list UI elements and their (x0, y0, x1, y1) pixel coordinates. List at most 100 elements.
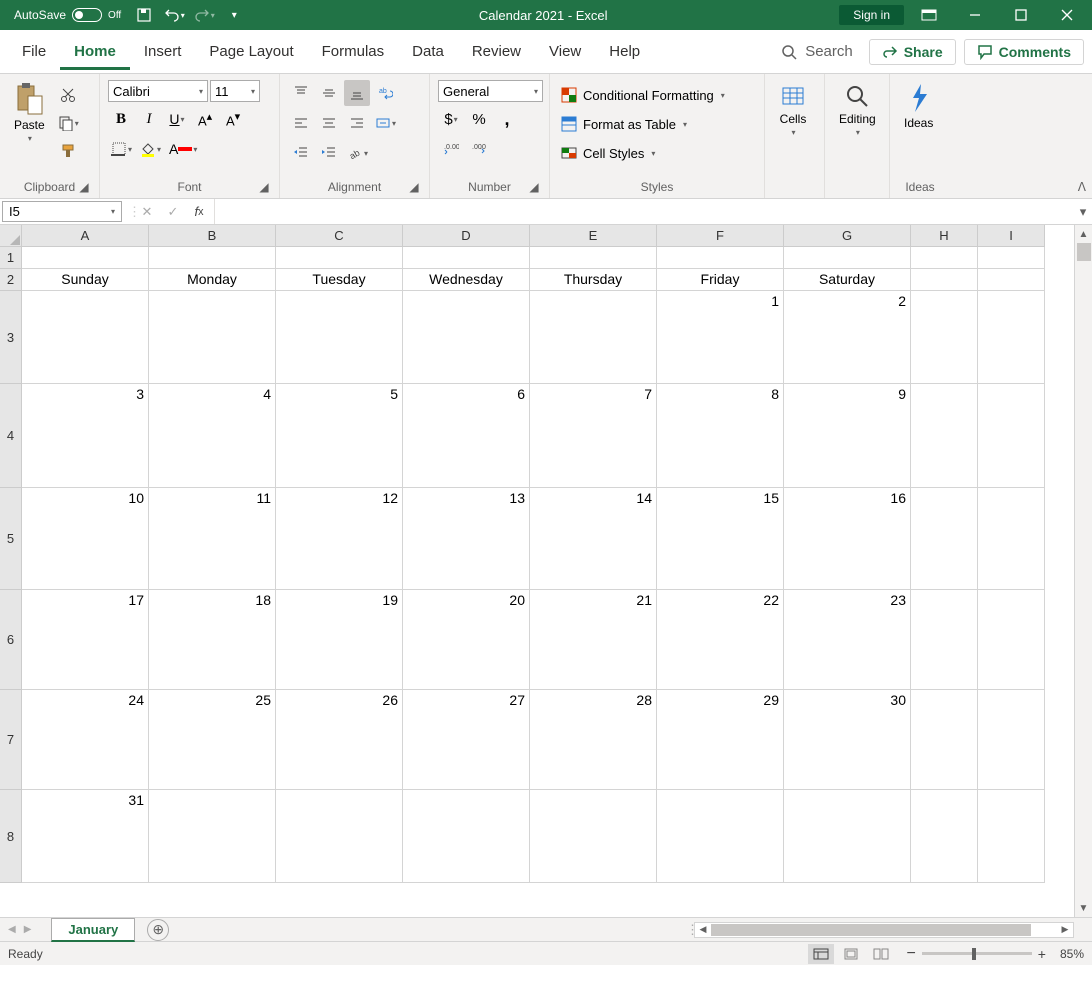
cells-button[interactable]: Cells ▾ (773, 78, 813, 141)
percent-button[interactable]: % (466, 106, 492, 132)
cell[interactable]: 3 (22, 384, 149, 488)
cell[interactable] (784, 247, 911, 269)
cell[interactable]: 7 (530, 384, 657, 488)
cell[interactable] (276, 790, 403, 883)
redo-button[interactable]: ▾ (191, 2, 217, 28)
number-launcher[interactable]: ◢ (527, 180, 541, 194)
row-header[interactable]: 3 (0, 291, 22, 384)
column-header[interactable]: I (978, 225, 1045, 247)
font-color-button[interactable]: A▾ (166, 136, 200, 162)
cell[interactable] (530, 291, 657, 384)
cell[interactable] (978, 690, 1045, 790)
accounting-button[interactable]: $▾ (438, 106, 464, 132)
alignment-launcher[interactable]: ◢ (407, 180, 421, 194)
font-name-combo[interactable]: Calibri▾ (108, 80, 208, 102)
cell[interactable] (911, 590, 978, 690)
cell[interactable]: 27 (403, 690, 530, 790)
cell[interactable]: Tuesday (276, 269, 403, 291)
align-center-button[interactable] (316, 110, 342, 136)
name-box[interactable]: I5 ▾ (2, 201, 122, 222)
signin-button[interactable]: Sign in (839, 5, 904, 25)
format-as-table-button[interactable]: Format as Table▾ (558, 111, 690, 137)
cell[interactable]: 15 (657, 488, 784, 590)
align-top-button[interactable] (288, 80, 314, 106)
orientation-button[interactable]: ab▾ (344, 140, 371, 166)
cell[interactable] (784, 790, 911, 883)
select-all-corner[interactable] (0, 225, 22, 247)
fill-color-button[interactable]: ▾ (137, 136, 164, 162)
row-header[interactable]: 4 (0, 384, 22, 488)
number-format-combo[interactable]: General▾ (438, 80, 543, 102)
cell[interactable]: 29 (657, 690, 784, 790)
expand-formula-bar-button[interactable]: ▾ (1074, 199, 1092, 224)
zoom-out-button[interactable]: − (906, 945, 915, 963)
search-input[interactable]: Search (773, 39, 861, 64)
cell[interactable] (978, 590, 1045, 690)
cell[interactable]: 16 (784, 488, 911, 590)
cell[interactable] (149, 790, 276, 883)
close-button[interactable] (1046, 0, 1088, 30)
cell-styles-button[interactable]: Cell Styles▾ (558, 140, 658, 166)
tab-page-layout[interactable]: Page Layout (195, 33, 307, 70)
font-size-combo[interactable]: 11▾ (210, 80, 260, 102)
cell[interactable]: 2 (784, 291, 911, 384)
underline-button[interactable]: U▾ (164, 106, 190, 132)
cell[interactable]: 1 (657, 291, 784, 384)
horizontal-scrollbar[interactable]: ◀ ▶ (694, 922, 1074, 938)
cell[interactable] (978, 247, 1045, 269)
row-header[interactable]: 1 (0, 247, 22, 269)
autosave-toggle[interactable]: AutoSave Off (8, 6, 127, 24)
zoom-level[interactable]: 85% (1060, 947, 1084, 961)
comma-button[interactable]: , (494, 106, 520, 132)
font-launcher[interactable]: ◢ (257, 180, 271, 194)
cell[interactable] (911, 488, 978, 590)
tab-data[interactable]: Data (398, 33, 458, 70)
clipboard-launcher[interactable]: ◢ (77, 180, 91, 194)
paste-button[interactable]: Paste ▾ (8, 78, 51, 147)
cell[interactable] (978, 384, 1045, 488)
tab-view[interactable]: View (535, 33, 595, 70)
scroll-down-button[interactable]: ▼ (1075, 899, 1092, 917)
cell[interactable] (403, 790, 530, 883)
increase-decimal-button[interactable]: .0.00 (438, 136, 464, 162)
column-header[interactable]: A (22, 225, 149, 247)
border-button[interactable]: ▾ (108, 136, 135, 162)
cell[interactable] (911, 384, 978, 488)
row-header[interactable]: 2 (0, 269, 22, 291)
cell[interactable]: 5 (276, 384, 403, 488)
scroll-left-button[interactable]: ◀ (695, 923, 711, 937)
cell[interactable]: 12 (276, 488, 403, 590)
cell[interactable]: 30 (784, 690, 911, 790)
column-header[interactable]: E (530, 225, 657, 247)
cell[interactable]: 25 (149, 690, 276, 790)
cell[interactable] (911, 690, 978, 790)
share-button[interactable]: Share (869, 39, 956, 65)
enter-formula-button[interactable]: ✓ (162, 201, 184, 223)
cell[interactable] (911, 790, 978, 883)
cell[interactable] (403, 291, 530, 384)
cell[interactable]: 28 (530, 690, 657, 790)
tab-help[interactable]: Help (595, 33, 654, 70)
column-header[interactable]: H (911, 225, 978, 247)
increase-font-button[interactable]: A▴ (192, 106, 218, 132)
column-header[interactable]: B (149, 225, 276, 247)
bold-button[interactable]: B (108, 106, 134, 132)
cell[interactable] (530, 790, 657, 883)
sheet-tab-january[interactable]: January (51, 918, 135, 942)
cell[interactable]: 22 (657, 590, 784, 690)
view-page-break-button[interactable] (868, 944, 894, 964)
scroll-up-button[interactable]: ▲ (1075, 225, 1092, 243)
cell[interactable]: 6 (403, 384, 530, 488)
cell[interactable] (978, 790, 1045, 883)
cell[interactable]: 20 (403, 590, 530, 690)
cell[interactable] (911, 269, 978, 291)
cell[interactable]: Sunday (22, 269, 149, 291)
save-icon[interactable] (131, 2, 157, 28)
cell[interactable] (276, 291, 403, 384)
cell[interactable] (978, 269, 1045, 291)
row-header[interactable]: 5 (0, 488, 22, 590)
cut-button[interactable] (55, 82, 82, 108)
maximize-button[interactable] (1000, 0, 1042, 30)
cell[interactable]: 21 (530, 590, 657, 690)
tab-review[interactable]: Review (458, 33, 535, 70)
